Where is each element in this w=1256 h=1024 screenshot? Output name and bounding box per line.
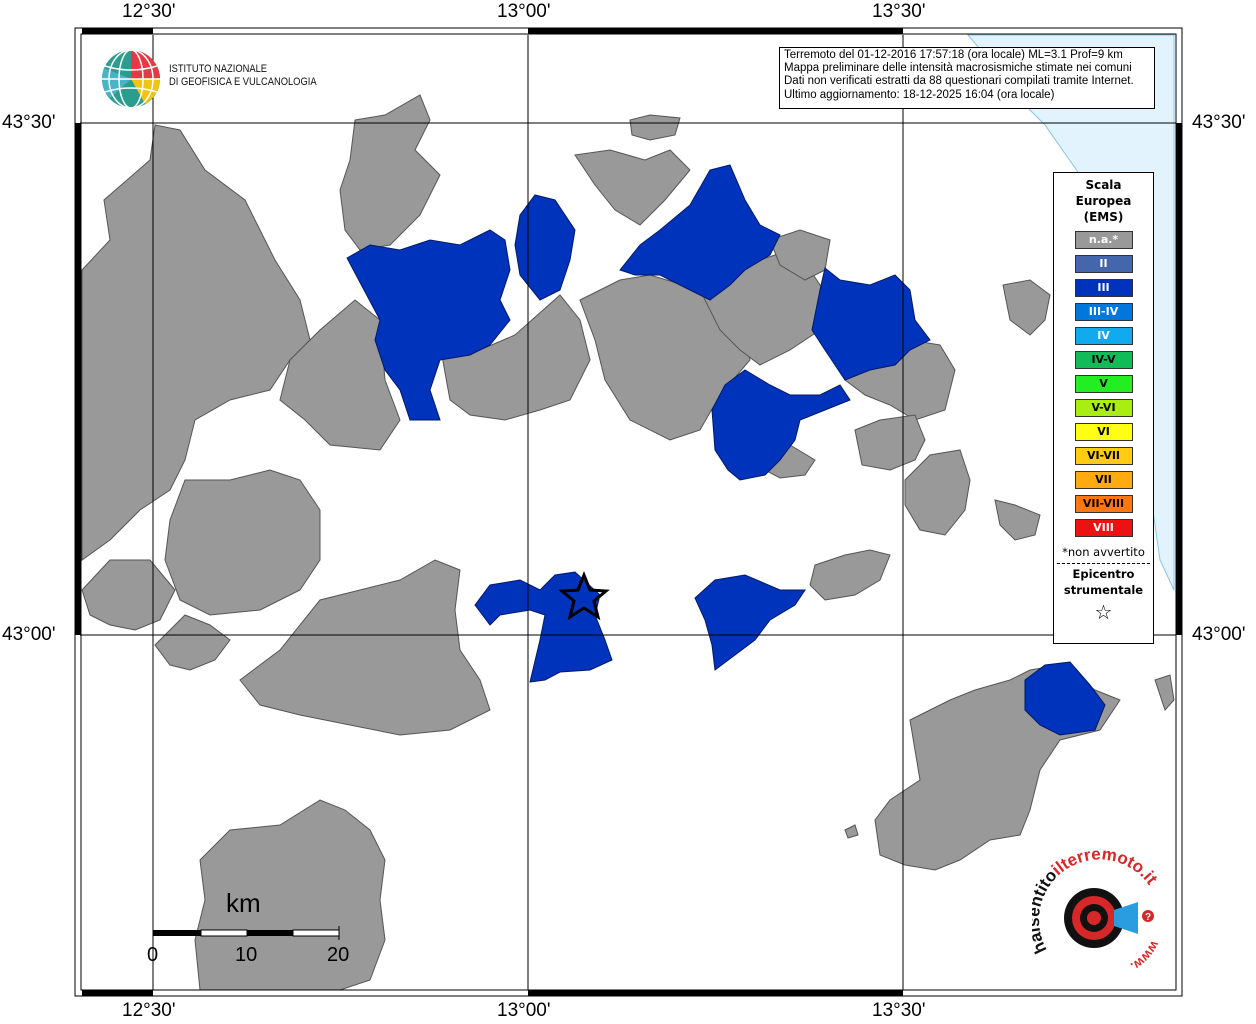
info-line-2: Mappa preliminare delle intensità macros…	[784, 62, 1132, 75]
question-mark-icon: ?	[1145, 912, 1151, 923]
municipality-gray[interactable]	[1154, 674, 1175, 711]
tick-bottom-1: 12°30'	[122, 1000, 176, 1021]
legend-swatch: VII	[1074, 471, 1133, 489]
logo-text-url: www.	[1128, 938, 1163, 975]
legend-epicentro-1: Epicentro	[1072, 567, 1135, 581]
info-line-3: Dati non verificati estratti da 88 quest…	[784, 75, 1134, 88]
gray-municipalities	[81, 94, 1175, 991]
ingv-line-2: DI GEOFISICA E VULCANOLOGIA	[169, 76, 317, 88]
scale-label-0: 0	[147, 944, 159, 966]
legend-swatch: VI-VII	[1074, 447, 1133, 465]
municipality-gray[interactable]	[194, 799, 386, 991]
municipality-gray[interactable]	[994, 499, 1041, 541]
tick-right-2: 43°00'	[1192, 624, 1246, 645]
municipality-gray[interactable]	[809, 549, 891, 601]
legend-epicentro-2: strumentale	[1063, 583, 1144, 597]
tick-top-2: 13°00'	[497, 1, 551, 22]
tick-top-3: 13°30'	[872, 1, 926, 22]
tick-left-1: 43°30'	[2, 112, 56, 133]
logo-text-red: ilterremoto.it	[1048, 850, 1161, 888]
ingv-globe-icon	[102, 49, 160, 109]
legend-swatch: VII-VIII	[1074, 495, 1133, 513]
haisentito-logo: ? haisentitoilterremoto.it www.	[1032, 850, 1163, 975]
info-line-4: Ultimo aggiornamento: 18-12-2025 16:04 (…	[784, 88, 1055, 101]
legend-star-icon: ☆	[1094, 600, 1113, 624]
legend-swatch: n.a.*	[1074, 231, 1133, 249]
legend-swatch: IV	[1074, 327, 1133, 345]
ingv-line-1: ISTITUTO NAZIONALE	[169, 63, 268, 75]
logo-text-black: haisentito	[1032, 866, 1061, 957]
municipality-gray[interactable]	[904, 449, 971, 536]
municipality-III[interactable]	[694, 574, 806, 671]
legend-swatch: II	[1074, 255, 1133, 273]
ems-legend: Scala Europea (EMS) n.a.* II III III-IV IV IV…	[1053, 172, 1154, 644]
municipality-III[interactable]	[474, 571, 613, 683]
municipality-gray[interactable]	[164, 469, 321, 616]
intensity-III-municipalities	[346, 164, 1106, 736]
municipality-gray[interactable]	[629, 114, 681, 141]
legend-swatch: IV-V	[1074, 351, 1133, 369]
legend-title: Scala Europea (EMS)	[1054, 177, 1153, 225]
legend-separator	[1057, 563, 1150, 564]
tick-bottom-2: 13°00'	[497, 1000, 551, 1021]
legend-epicentro: Epicentro strumentale	[1054, 566, 1153, 598]
municipality-gray[interactable]	[854, 414, 926, 471]
legend-classes: n.a.* II III III-IV IV IV-V V V-VI VI VI-VII VII VI…	[1054, 231, 1153, 537]
legend-swatch: III-IV	[1074, 303, 1133, 321]
legend-swatch: V	[1074, 375, 1133, 393]
municipality-gray[interactable]	[81, 559, 176, 631]
ingv-logo-text: ISTITUTO NAZIONALE DI GEOFISICA E VULCAN…	[169, 63, 317, 89]
municipality-gray[interactable]	[844, 824, 859, 839]
tick-right-1: 43°30'	[1192, 112, 1246, 133]
info-line-1: Terremoto del 01-12-2016 17:57:18 (ora l…	[784, 49, 1123, 61]
legend-non-avvertito: *non avvertito	[1062, 545, 1145, 559]
tick-bottom-3: 13°30'	[872, 1000, 926, 1021]
legend-swatch: III	[1074, 279, 1133, 297]
tick-left-2: 43°00'	[2, 624, 56, 645]
scale-label-20: 20	[327, 944, 350, 966]
legend-swatch: VI	[1074, 423, 1133, 441]
legend-swatch: V-VI	[1074, 399, 1133, 417]
legend-title-1: Scala	[1085, 178, 1122, 192]
municipality-gray[interactable]	[574, 149, 691, 226]
event-info-box: Terremoto del 01-12-2016 17:57:18 (ora l…	[779, 47, 1155, 109]
municipality-III[interactable]	[514, 194, 576, 301]
svg-text:www.: www.	[1128, 938, 1163, 975]
legend-title-3: (EMS)	[1083, 210, 1124, 224]
scale-unit: km	[226, 888, 261, 918]
municipality-gray[interactable]	[154, 614, 231, 671]
municipality-gray[interactable]	[339, 94, 441, 251]
tick-top-1: 12°30'	[122, 1, 176, 22]
municipality-gray[interactable]	[1002, 279, 1051, 336]
legend-title-2: Europea	[1075, 194, 1132, 208]
legend-swatch: VIII	[1074, 519, 1133, 537]
scale-label-10: 10	[235, 944, 258, 966]
